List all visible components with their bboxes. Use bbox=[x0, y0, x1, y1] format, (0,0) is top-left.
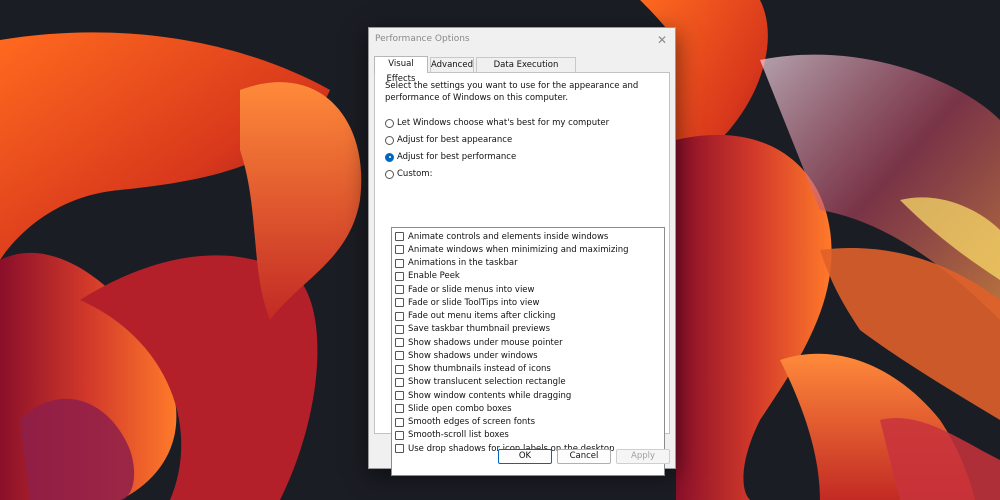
cancel-button[interactable]: Cancel bbox=[557, 449, 611, 464]
list-item[interactable]: Show shadows under windows bbox=[395, 349, 538, 362]
checkbox[interactable] bbox=[395, 364, 404, 374]
list-item[interactable]: Animations in the taskbar bbox=[395, 257, 518, 270]
radio-label: Adjust for best appearance bbox=[397, 135, 513, 145]
radio-option[interactable]: Adjust for best appearance bbox=[385, 133, 512, 147]
checkbox[interactable] bbox=[395, 377, 404, 387]
ok-button[interactable]: OK bbox=[498, 449, 552, 464]
checkbox[interactable] bbox=[395, 298, 404, 308]
radio-button[interactable] bbox=[385, 152, 394, 162]
radio-button[interactable] bbox=[385, 118, 394, 128]
list-item[interactable]: Slide open combo boxes bbox=[395, 402, 512, 415]
tab-visual-effects[interactable]: Visual Effects bbox=[374, 56, 428, 84]
list-item[interactable]: Animate controls and elements inside win… bbox=[395, 230, 608, 243]
checkbox-label: Animations in the taskbar bbox=[408, 258, 518, 268]
checkbox[interactable] bbox=[395, 258, 404, 268]
performance-options-dialog: Performance Options ✕ Visual Effects Adv… bbox=[368, 27, 676, 476]
checkbox-label: Show window contents while dragging bbox=[408, 390, 572, 401]
list-item[interactable]: Enable Peek bbox=[395, 270, 460, 283]
checkbox-label: Slide open combo boxes bbox=[408, 403, 512, 414]
tab-advanced[interactable]: Advanced bbox=[430, 57, 474, 72]
checkbox[interactable] bbox=[395, 232, 404, 241]
list-item[interactable]: Fade or slide ToolTips into view bbox=[395, 296, 539, 309]
checkbox-label: Show translucent selection rectangle bbox=[408, 377, 566, 388]
checkbox-label: Show thumbnails instead of icons bbox=[408, 364, 551, 374]
list-item[interactable]: Show window contents while dragging bbox=[395, 389, 571, 402]
radio-label: Custom: bbox=[397, 169, 433, 179]
apply-button[interactable]: Apply bbox=[616, 449, 670, 464]
radio-option[interactable]: Custom: bbox=[385, 167, 432, 181]
list-item[interactable]: Save taskbar thumbnail previews bbox=[395, 323, 550, 336]
checkbox-label: Enable Peek bbox=[408, 271, 460, 282]
radio-option[interactable]: Let Windows choose what's best for my co… bbox=[385, 116, 609, 130]
checkbox-label: Smooth-scroll list boxes bbox=[408, 430, 509, 441]
visual-effects-list[interactable]: Animate controls and elements inside win… bbox=[391, 227, 665, 476]
checkbox-label: Animate windows when minimizing and maxi… bbox=[408, 244, 629, 255]
radio-option[interactable]: Adjust for best performance bbox=[385, 150, 516, 164]
checkbox-label: Fade or slide menus into view bbox=[408, 284, 535, 295]
radio-button[interactable] bbox=[385, 135, 394, 145]
checkbox[interactable] bbox=[395, 271, 404, 281]
checkbox-label: Show shadows under windows bbox=[408, 350, 538, 361]
list-item[interactable]: Smooth edges of screen fonts bbox=[395, 416, 535, 429]
checkbox[interactable] bbox=[395, 404, 404, 414]
list-item[interactable]: Show shadows under mouse pointer bbox=[395, 336, 563, 349]
radio-button[interactable] bbox=[385, 169, 394, 179]
list-item[interactable]: Show thumbnails instead of icons bbox=[395, 363, 551, 376]
radio-label: Let Windows choose what's best for my co… bbox=[397, 118, 610, 128]
list-item[interactable]: Smooth-scroll list boxes bbox=[395, 429, 509, 442]
visual-effects-panel: Select the settings you want to use for … bbox=[374, 72, 670, 476]
dialog-title: Performance Options bbox=[375, 34, 470, 44]
checkbox-label: Fade out menu items after clicking bbox=[408, 311, 556, 321]
checkbox[interactable] bbox=[395, 338, 404, 347]
checkbox-label: Smooth edges of screen fonts bbox=[408, 417, 536, 427]
list-item[interactable]: Show translucent selection rectangle bbox=[395, 376, 566, 389]
tab-data-execution-prevention[interactable]: Data Execution Prevention bbox=[476, 57, 576, 85]
checkbox-label: Save taskbar thumbnail previews bbox=[408, 324, 550, 335]
checkbox-label: Fade or slide ToolTips into view bbox=[408, 297, 540, 308]
checkbox-label: Show shadows under mouse pointer bbox=[408, 337, 563, 348]
checkbox[interactable] bbox=[395, 285, 404, 294]
checkbox[interactable] bbox=[395, 324, 404, 334]
checkbox[interactable] bbox=[395, 311, 404, 321]
dialog-titlebar[interactable]: Performance Options ✕ bbox=[369, 28, 675, 52]
panel-description: Select the settings you want to use for … bbox=[385, 81, 639, 103]
checkbox[interactable] bbox=[395, 417, 404, 427]
list-item[interactable]: Fade out menu items after clicking bbox=[395, 310, 556, 323]
checkbox[interactable] bbox=[395, 245, 404, 255]
checkbox[interactable] bbox=[395, 430, 404, 440]
checkbox-label: Animate controls and elements inside win… bbox=[408, 231, 609, 242]
list-item[interactable]: Animate windows when minimizing and maxi… bbox=[395, 243, 629, 256]
close-icon[interactable]: ✕ bbox=[653, 31, 671, 49]
list-item[interactable]: Fade or slide menus into view bbox=[395, 283, 535, 296]
checkbox[interactable] bbox=[395, 351, 404, 361]
checkbox[interactable] bbox=[395, 444, 404, 453]
radio-label: Adjust for best performance bbox=[397, 152, 517, 162]
checkbox[interactable] bbox=[395, 391, 404, 400]
